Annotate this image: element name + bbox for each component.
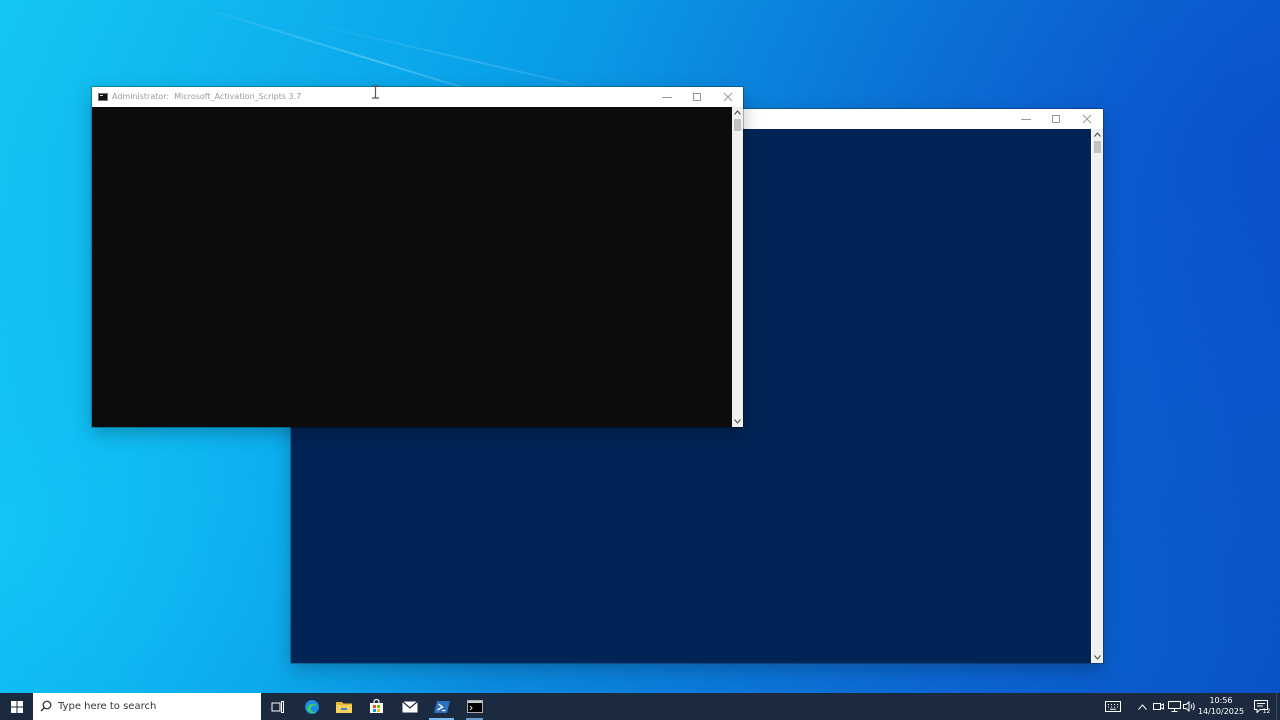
chevron-down-icon bbox=[734, 419, 741, 424]
powershell-icon bbox=[433, 700, 450, 713]
meet-now-icon bbox=[1153, 703, 1164, 710]
chevron-up-icon bbox=[734, 110, 741, 115]
taskbar-search-box[interactable]: Type here to search bbox=[33, 693, 261, 720]
maximize-button[interactable] bbox=[682, 87, 712, 107]
maximize-icon bbox=[693, 93, 701, 101]
search-icon bbox=[40, 700, 52, 712]
maximize-button[interactable] bbox=[1041, 109, 1071, 129]
file-explorer-icon bbox=[335, 702, 352, 713]
file-explorer-button[interactable] bbox=[327, 693, 360, 720]
scroll-thumb[interactable] bbox=[734, 119, 741, 131]
search-placeholder: Type here to search bbox=[58, 701, 157, 712]
command-prompt-icon bbox=[466, 700, 483, 713]
windows-logo-icon bbox=[10, 700, 23, 713]
chevron-up-icon bbox=[1094, 132, 1101, 137]
task-view-icon bbox=[271, 700, 284, 713]
scroll-up-button[interactable] bbox=[732, 107, 743, 118]
mail-icon bbox=[401, 700, 418, 712]
start-button[interactable] bbox=[0, 693, 33, 720]
command-prompt-taskbar-button[interactable] bbox=[458, 693, 491, 720]
command-prompt-console-area[interactable] bbox=[92, 107, 732, 427]
title-prefix: Administrator: bbox=[112, 92, 170, 101]
close-button[interactable] bbox=[1072, 109, 1102, 129]
close-icon bbox=[723, 92, 733, 102]
volume-button[interactable] bbox=[1182, 693, 1197, 720]
network-button[interactable] bbox=[1166, 693, 1182, 720]
command-prompt-window[interactable]: Administrator: Microsoft_Activation_Scri… bbox=[92, 87, 743, 427]
maximize-icon bbox=[1052, 115, 1060, 123]
keyboard-icon bbox=[1105, 701, 1121, 712]
powershell-taskbar-button[interactable] bbox=[425, 693, 458, 720]
mail-button[interactable] bbox=[393, 693, 426, 720]
minimize-button[interactable] bbox=[652, 87, 682, 107]
scroll-up-button[interactable] bbox=[1092, 129, 1103, 140]
edge-button[interactable] bbox=[295, 693, 328, 720]
microsoft-store-icon bbox=[370, 699, 383, 713]
keyboard-button[interactable] bbox=[1102, 693, 1124, 720]
scroll-down-button[interactable] bbox=[1092, 652, 1103, 663]
command-prompt-title-bar[interactable]: Administrator: Microsoft_Activation_Scri… bbox=[92, 87, 743, 107]
minimize-icon bbox=[662, 97, 672, 98]
command-prompt-window-title: Administrator: Microsoft_Activation_Scri… bbox=[112, 91, 301, 103]
task-view-button[interactable] bbox=[261, 693, 294, 720]
powershell-vertical-scrollbar[interactable] bbox=[1092, 129, 1103, 663]
scroll-down-button[interactable] bbox=[732, 416, 743, 427]
taskbar: Type here to search 10:56 14/10/2025 12 bbox=[0, 693, 1280, 720]
minimize-icon bbox=[1021, 119, 1031, 120]
chevron-up-icon bbox=[1137, 703, 1147, 710]
title-name: Microsoft_Activation_Scripts 3.7 bbox=[174, 92, 302, 101]
command-prompt-vertical-scrollbar[interactable] bbox=[732, 107, 743, 427]
network-icon bbox=[1167, 701, 1181, 712]
volume-icon bbox=[1183, 701, 1195, 712]
desktop: Administrator: Microsoft_Activation_Scri… bbox=[0, 0, 1280, 720]
close-button[interactable] bbox=[713, 87, 743, 107]
command-prompt-icon bbox=[98, 93, 108, 101]
scroll-thumb[interactable] bbox=[1094, 141, 1101, 153]
clock-time: 10:56 bbox=[1209, 696, 1233, 705]
minimize-button[interactable] bbox=[1011, 109, 1041, 129]
clock-date: 14/10/2025 bbox=[1197, 707, 1245, 716]
show-desktop-button[interactable] bbox=[1276, 693, 1280, 720]
edge-icon bbox=[304, 699, 319, 714]
meet-now-button[interactable] bbox=[1151, 693, 1166, 720]
close-icon bbox=[1082, 114, 1092, 124]
chevron-down-icon bbox=[1094, 655, 1101, 660]
microsoft-store-button[interactable] bbox=[360, 693, 393, 720]
taskbar-clock[interactable]: 10:56 14/10/2025 bbox=[1196, 695, 1246, 717]
notification-count-badge: 12 bbox=[1262, 708, 1271, 715]
text-cursor-icon bbox=[372, 85, 379, 99]
show-hidden-icons-button[interactable] bbox=[1134, 693, 1150, 720]
